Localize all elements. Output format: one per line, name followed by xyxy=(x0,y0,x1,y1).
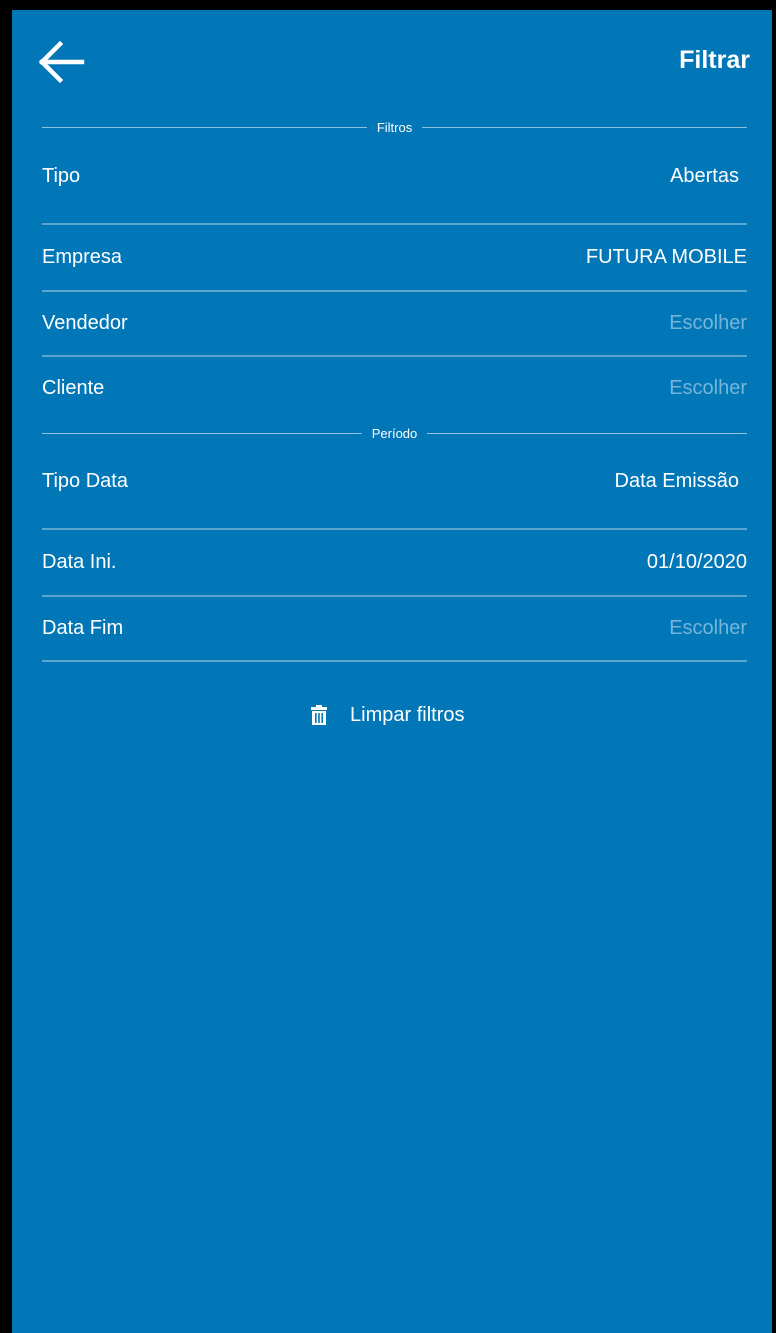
field-empresa-label: Empresa xyxy=(42,246,123,268)
divider xyxy=(42,595,747,597)
field-data-ini-value: 01/10/2020 xyxy=(646,551,747,573)
divider xyxy=(42,290,747,292)
section-line-right xyxy=(427,432,748,434)
field-data-fim-placeholder: Escolher xyxy=(669,617,747,639)
field-data-ini-label: Data Ini. xyxy=(42,551,117,573)
filter-screen: Filtrar Filtros Tipo Abertas Empresa FUT… xyxy=(12,10,772,1333)
field-vendedor-label: Vendedor xyxy=(42,312,128,334)
section-line-right xyxy=(422,126,748,128)
field-tipo-value: Abertas xyxy=(670,165,739,187)
divider xyxy=(42,355,747,357)
section-line-left xyxy=(42,126,367,128)
field-data-ini[interactable]: Data Ini. 01/10/2020 xyxy=(42,551,747,581)
section-periodo: Período xyxy=(42,423,748,443)
field-cliente-placeholder: Escolher xyxy=(669,377,747,399)
field-tipo-data-value: Data Emissão xyxy=(614,470,740,492)
field-tipo-data[interactable]: Tipo Data Data Emissão xyxy=(42,470,747,500)
arrow-left-icon xyxy=(38,40,85,84)
field-empresa[interactable]: Empresa FUTURA MOBILE xyxy=(42,246,747,276)
field-empresa-value: FUTURA MOBILE xyxy=(585,246,747,268)
field-tipo[interactable]: Tipo Abertas xyxy=(42,165,747,195)
back-button[interactable] xyxy=(36,36,88,88)
field-data-fim-label: Data Fim xyxy=(42,617,124,639)
section-filtros-title: Filtros xyxy=(376,119,413,135)
section-periodo-title: Período xyxy=(371,425,418,441)
section-filtros: Filtros xyxy=(42,117,748,137)
field-cliente-label: Cliente xyxy=(42,377,105,399)
filter-action-button[interactable]: Filtrar xyxy=(679,46,750,75)
clear-filters-button[interactable]: Limpar filtros xyxy=(310,700,464,730)
divider xyxy=(42,660,747,662)
field-tipo-label: Tipo xyxy=(42,165,81,187)
divider xyxy=(42,223,747,225)
field-data-fim[interactable]: Data Fim Escolher xyxy=(42,617,747,647)
field-vendedor-placeholder: Escolher xyxy=(669,312,747,334)
field-tipo-data-label: Tipo Data xyxy=(42,470,128,492)
clear-filters-label: Limpar filtros xyxy=(350,703,465,726)
trash-icon xyxy=(311,705,327,725)
field-vendedor[interactable]: Vendedor Escolher xyxy=(42,312,747,342)
divider xyxy=(42,528,747,530)
field-cliente[interactable]: Cliente Escolher xyxy=(42,377,747,407)
section-line-left xyxy=(42,432,362,434)
